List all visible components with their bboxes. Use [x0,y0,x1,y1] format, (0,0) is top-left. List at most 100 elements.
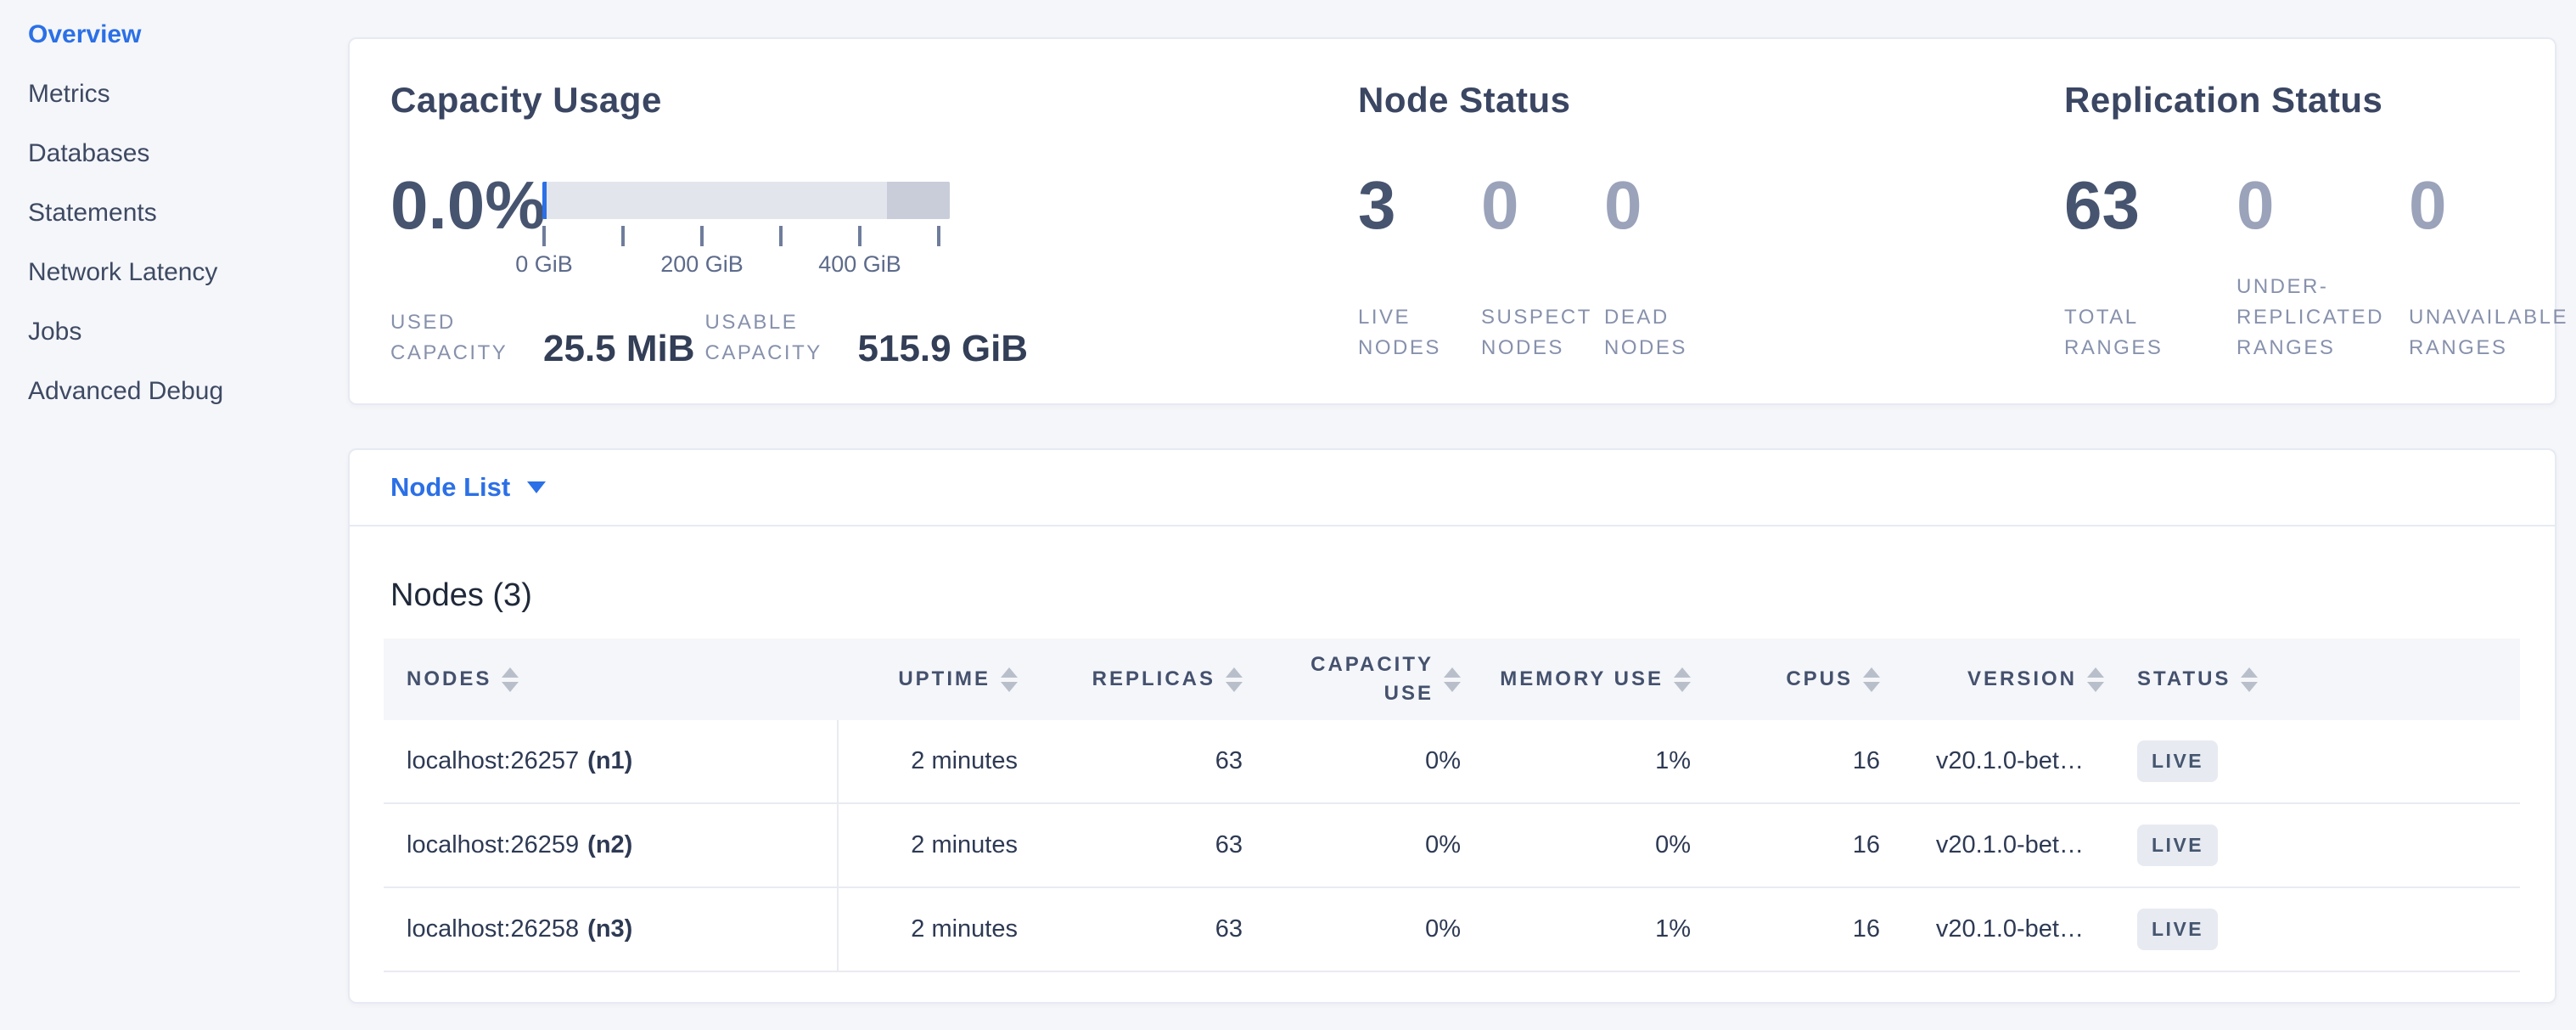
column-label: NODES [407,667,491,691]
column-header-version[interactable]: VERSION [1890,667,2114,692]
nodes-count-heading: Nodes (3) [390,577,532,614]
node-id: (n3) [587,915,632,943]
node-list-dropdown-label[interactable]: Node List [390,472,510,503]
stat-label: LIVENODES [1358,302,1481,363]
cell-capacity-use: 0% [1253,804,1471,886]
capacity-bar-reserved-segment [887,182,950,219]
node-status-stat-suspect-nodes: 0SUSPECTNODES [1481,166,1604,363]
stat-label: TOTALRANGES [2064,302,2236,363]
cell-uptime: 2 minutes [839,804,1028,886]
sort-icon[interactable] [1444,667,1461,692]
column-label: VERSION [1967,667,2077,691]
capacity-used-percent: 0.0% [390,166,545,245]
node-address-link[interactable]: localhost:26257 [407,747,579,775]
cell-version: v20.1.0-bet… [1890,720,2114,802]
axis-tick [779,226,783,246]
capacity-stat-value: 25.5 MiB [543,329,695,369]
column-header-status[interactable]: STATUS [2114,667,2520,692]
axis-tick-label: 400 GiB [818,251,901,278]
axis-tick-label: 200 GiB [660,251,744,278]
cell-version: v20.1.0-bet… [1890,888,2114,971]
stat-value: 0 [2409,166,2576,245]
node-status-title: Node Status [1358,80,1571,121]
node-list-dropdown[interactable]: Node List [350,450,2555,526]
cell-status: LIVE [2114,888,2520,971]
replication-stat-unavailable-ranges: 0UNAVAILABLERANGES [2409,166,2576,363]
sidebar-item-jobs[interactable]: Jobs [0,302,348,362]
table-row[interactable]: localhost:26258 (n3) 2 minutes630%1%16v20.… [384,888,2520,972]
column-header-capacity-use[interactable]: CAPACITY USE [1253,650,1471,708]
cell-status: LIVE [2114,804,2520,886]
sort-icon[interactable] [1226,667,1243,692]
column-header-uptime[interactable]: UPTIME [839,667,1028,692]
capacity-stat-usable-capacity: USABLECAPACITY515.9 GiB [705,307,1029,369]
cell-memory-use: 1% [1471,888,1701,971]
column-header-replicas[interactable]: REPLICAS [1028,667,1253,692]
node-list-panel: Node List Nodes (3) NODESUPTIMEREPLICASC… [348,448,2556,1004]
table-row[interactable]: localhost:26257(n1)2 minutes630%1%16v20.… [384,720,2520,804]
node-status-stat-live-nodes: 3LIVENODES [1358,166,1481,363]
axis-tick-label: 0 GiB [515,251,573,278]
stat-label: DEADNODES [1604,302,1727,363]
node-status-section: Node Status 3LIVENODES0SUSPECTNODES0DEAD… [1358,39,2037,403]
stat-label: UNDER-REPLICATEDRANGES [2236,272,2409,363]
node-address-link[interactable]: localhost:26258 [407,915,579,943]
sort-icon[interactable] [1674,667,1691,692]
sidebar-item-overview[interactable]: Overview [0,5,348,65]
replication-status-title: Replication Status [2064,80,2382,121]
axis-tick [700,226,704,246]
sidebar-item-network-latency[interactable]: Network Latency [0,243,348,302]
capacity-bar-axis-labels: 0 GiB200 GiB400 GiB [542,251,950,280]
table-row[interactable]: localhost:26259(n2)2 minutes630%0%16v20.… [384,804,2520,888]
node-status-stats: 3LIVENODES0SUSPECTNODES0DEADNODES [1358,166,1727,363]
status-badge: LIVE [2137,909,2218,950]
capacity-bar-axis-ticks [542,226,950,251]
capacity-stats: USEDCAPACITY25.5 MiBUSABLECAPACITY515.9 … [390,307,1038,369]
axis-tick [542,226,546,246]
sidebar-item-advanced-debug[interactable]: Advanced Debug [0,362,348,421]
replication-stat-total-ranges: 63TOTALRANGES [2064,166,2236,363]
nodes-table: NODES UPTIME REPLICASCAPACITY USE MEMORY US… [384,639,2520,972]
node-address-link[interactable]: localhost:26259 [407,831,579,859]
stat-value: 0 [1604,166,1727,245]
sort-icon[interactable] [1863,667,1880,692]
nodes-table-header: NODES UPTIME REPLICASCAPACITY USE MEMORY US… [384,639,2520,720]
axis-tick [937,226,940,246]
cell-replicas: 63 [1028,888,1253,971]
column-header-cpus[interactable]: CPUS [1701,667,1890,692]
sort-icon[interactable] [1001,667,1018,692]
capacity-bar-track [542,182,950,219]
column-label: STATUS [2137,667,2231,691]
cell-uptime: 2 minutes [839,888,1028,971]
sidebar: OverviewMetricsDatabasesStatementsNetwor… [0,0,348,1030]
cell-cpus: 16 [1701,804,1890,886]
sort-icon[interactable] [2241,667,2258,692]
sort-icon[interactable] [502,667,519,692]
capacity-usage-bar-chart: 0 GiB200 GiB400 GiB [542,182,950,280]
cell-status: LIVE [2114,720,2520,802]
axis-tick [621,226,625,246]
replication-stat-under-replicated-ranges: 0UNDER-REPLICATEDRANGES [2236,166,2409,363]
cell-capacity-use: 0% [1253,888,1471,971]
column-label: MEMORY USE [1500,667,1664,691]
column-header-nodes[interactable]: NODES [384,667,839,692]
capacity-stat-used-capacity: USEDCAPACITY25.5 MiB [390,307,695,369]
cell-cpus: 16 [1701,888,1890,971]
column-label: UPTIME [898,667,991,691]
cell-node: localhost:26258 (n3) [384,888,839,971]
nodes-table-body: localhost:26257(n1)2 minutes630%1%16v20.… [384,720,2520,972]
sidebar-item-statements[interactable]: Statements [0,183,348,243]
sidebar-item-metrics[interactable]: Metrics [0,65,348,124]
sort-icon[interactable] [2087,667,2104,692]
replication-status-section: Replication Status 63TOTALRANGES0UNDER-R… [2064,39,2540,403]
cell-memory-use: 1% [1471,720,1701,802]
column-header-memory-use[interactable]: MEMORY USE [1471,667,1701,692]
axis-tick [858,226,861,246]
stat-value: 0 [1481,166,1604,245]
status-badge: LIVE [2137,740,2218,782]
sidebar-item-databases[interactable]: Databases [0,124,348,183]
cluster-summary-panel: Capacity Usage 0.0% 0 GiB200 GiB400 GiB … [348,37,2556,405]
cell-capacity-use: 0% [1253,720,1471,802]
cell-cpus: 16 [1701,720,1890,802]
column-label: CPUS [1786,667,1853,691]
